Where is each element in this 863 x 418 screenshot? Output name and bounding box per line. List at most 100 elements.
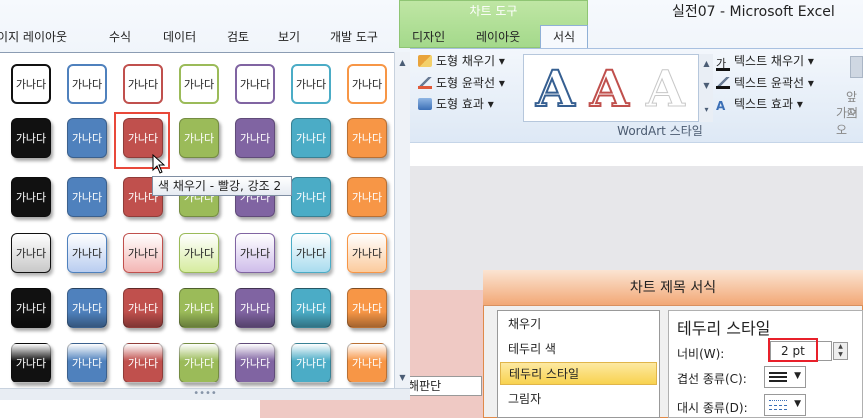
wordart-style-red[interactable]: A [589,58,630,119]
text-effects-icon: A [716,99,726,113]
wordart-gallery: A A A [523,54,713,122]
tab-data[interactable]: 데이터 [163,26,196,48]
chevron-down-icon: ▼ [794,371,801,381]
tab-page-layout[interactable]: 페이지 레이아웃 [0,26,67,48]
shape-style-6-5[interactable]: 가나다 [235,343,275,383]
category-border-color[interactable]: 테두리 색 [500,338,657,361]
text-fill-icon: 가 [716,58,730,71]
category-fill[interactable]: 채우기 [500,313,657,336]
section-heading: 테두리 스타일 [677,319,771,338]
tab-formulas[interactable]: 수식 [109,26,131,48]
window-title: 실전07 - Microsoft Excel [672,4,835,20]
width-highlight [768,338,818,362]
gallery-scrollbar[interactable]: ▲ ▼ [394,52,410,388]
shape-style-3-6[interactable]: 가나다 [291,177,331,217]
shape-style-1-5[interactable]: 가나다 [235,64,275,104]
shape-style-3-7[interactable]: 가나다 [347,177,387,217]
shape-style-4-4[interactable]: 가나다 [179,233,219,273]
shape-style-2-1[interactable]: 가나다 [11,118,51,158]
tab-design[interactable]: 디자인 [412,26,445,48]
shape-style-3-1[interactable]: 가나다 [11,177,51,217]
text-effects-button[interactable]: A 텍스트 효과 ▾ [716,95,803,113]
shape-style-5-3[interactable]: 가나다 [123,288,163,328]
text-outline-icon [716,77,730,89]
wordart-style-gray[interactable]: A [646,59,686,119]
text-outline-button[interactable]: 텍스트 윤곽선 ▾ [716,74,814,92]
category-shadow[interactable]: 그림자 [500,388,657,411]
tab-developer[interactable]: 개발 도구 [330,26,378,48]
paint-bucket-icon [418,55,432,67]
shape-style-1-7[interactable]: 가나다 [347,64,387,104]
scroll-up-icon[interactable]: ▲ [699,56,714,71]
pencil-icon [418,77,432,89]
chart-tools-title: 차트 도구 [469,4,518,18]
dash-type-label: 대시 종류(D): [677,401,748,415]
shape-outline-button[interactable]: 도형 윤곽선 ▾ [418,74,505,92]
shape-style-6-6[interactable]: 가나다 [291,343,331,383]
tab-review[interactable]: 검토 [227,26,249,48]
shape-style-1-3[interactable]: 가나다 [123,64,163,104]
compound-type-label: 겹선 종류(C): [677,372,747,386]
scroll-down-icon[interactable]: ▼ [699,78,714,93]
gallery-resize-grip[interactable]: •••• [0,388,410,400]
shape-style-6-2[interactable]: 가나다 [67,343,107,383]
shape-effects-label: 도형 효과 [436,97,484,111]
shape-style-5-1[interactable]: 가나다 [11,288,51,328]
text-fill-button[interactable]: 가 텍스트 채우기 ▾ [716,52,814,71]
chevron-down-icon: ▼ [794,399,801,409]
line-style-icon [769,372,787,382]
shape-effects-button[interactable]: 도형 효과 ▾ [418,95,494,113]
scroll-down-icon[interactable]: ▼ [395,370,410,385]
shape-style-5-7[interactable]: 가나다 [347,288,387,328]
bring-forward-icon [850,56,863,78]
shape-style-1-6[interactable]: 가나다 [291,64,331,104]
shape-style-5-5[interactable]: 가나다 [235,288,275,328]
shape-style-2-2[interactable]: 가나다 [67,118,107,158]
shape-style-2-6[interactable]: 가나다 [291,118,331,158]
shape-style-1-2[interactable]: 가나다 [67,64,107,104]
tab-layout[interactable]: 레이아웃 [476,26,520,48]
shape-style-1-4[interactable]: 가나다 [179,64,219,104]
shape-style-6-3[interactable]: 가나다 [123,343,163,383]
category-border-style[interactable]: 테두리 스타일 [500,362,657,385]
text-effects-label: 텍스트 효과 [734,97,794,111]
formula-bar-area [410,142,863,166]
shape-style-4-2[interactable]: 가나다 [67,233,107,273]
shape-style-2-4[interactable]: 가나다 [179,118,219,158]
dash-style-icon [769,400,787,410]
wordart-gallery-scroll[interactable]: ▲ ▼ ▾ [698,54,713,122]
text-outline-label: 텍스트 윤곽선 [734,76,805,90]
shape-style-2-5[interactable]: 가나다 [235,118,275,158]
scroll-up-icon[interactable]: ▲ [395,55,410,70]
wordart-group-label: WordArt 스타일 [617,124,703,138]
wordart-style-blue[interactable]: A [535,58,576,119]
style-tooltip: 색 채우기 - 빨강, 강조 2 [152,176,292,196]
width-spinner[interactable]: ▲ ▼ [833,342,848,360]
shape-style-4-6[interactable]: 가나다 [291,233,331,273]
more-icon[interactable]: ▾ [699,102,714,117]
dash-type-dropdown[interactable]: ▼ [764,394,806,416]
shape-style-6-7[interactable]: 가나다 [347,343,387,383]
shape-style-3-2[interactable]: 가나다 [67,177,107,217]
shape-fill-button[interactable]: 도형 채우기 ▾ [418,52,505,70]
shape-style-6-4[interactable]: 가나다 [179,343,219,383]
compound-type-dropdown[interactable]: ▼ [764,366,806,388]
shape-style-6-1[interactable]: 가나다 [11,343,51,383]
shape-style-4-5[interactable]: 가나다 [235,233,275,273]
shape-outline-label: 도형 윤곽선 [436,76,496,90]
shape-style-4-1[interactable]: 가나다 [11,233,51,273]
shape-style-5-4[interactable]: 가나다 [179,288,219,328]
text-fill-label: 텍스트 채우기 [734,54,805,68]
width-label: 너비(W): [677,347,725,361]
shape-style-2-7[interactable]: 가나다 [347,118,387,158]
bring-forward-label-2: 가져오 [836,106,859,137]
shape-effects-icon [418,98,432,110]
tab-format[interactable]: 서식 [540,25,588,49]
shape-style-4-3[interactable]: 가나다 [123,233,163,273]
tab-view[interactable]: 보기 [278,26,300,48]
shape-style-4-7[interactable]: 가나다 [347,233,387,273]
shape-style-5-2[interactable]: 가나다 [67,288,107,328]
mouse-cursor-icon [152,154,166,174]
shape-style-5-6[interactable]: 가나다 [291,288,331,328]
shape-style-1-1[interactable]: 가나다 [11,64,51,104]
